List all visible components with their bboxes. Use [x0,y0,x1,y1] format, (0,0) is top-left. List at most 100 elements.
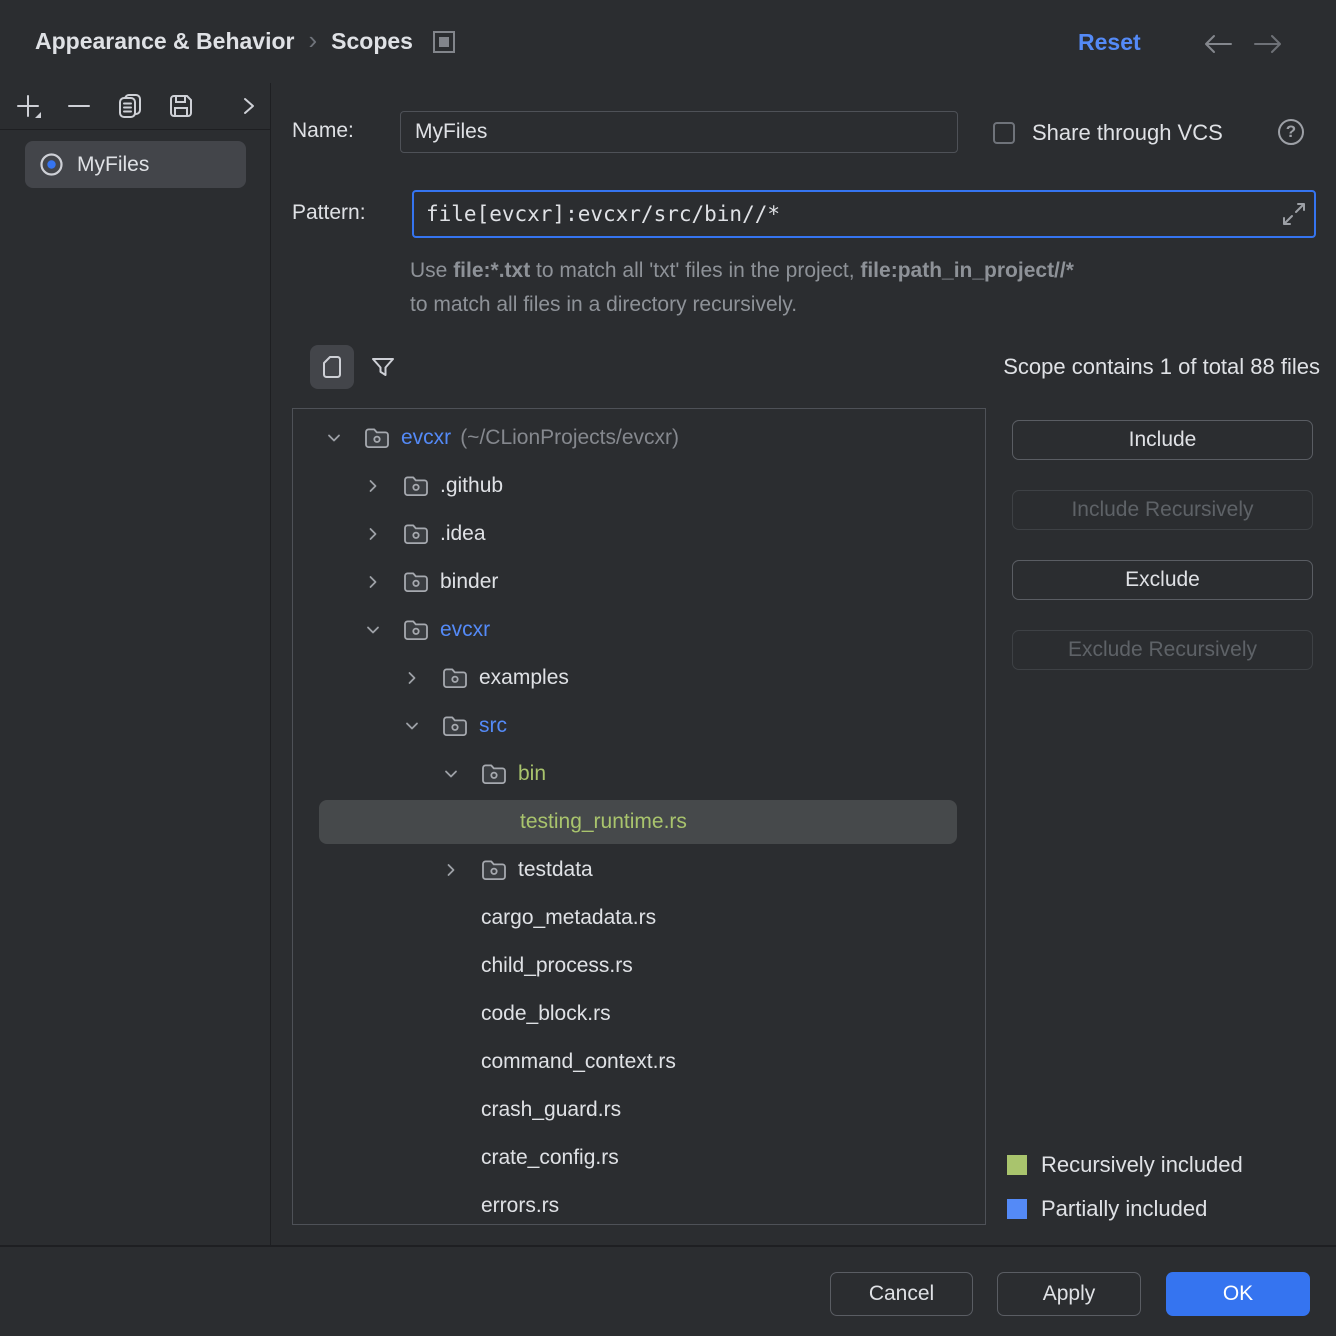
tree-item-label: binder [440,570,498,594]
tree-row-src[interactable]: src [293,702,985,750]
tree-item-label: cargo_metadata.rs [481,906,656,930]
exclude-button[interactable]: Exclude [1012,560,1313,600]
copy-scope-button[interactable] [116,91,144,121]
tree-item-label: crash_guard.rs [481,1098,621,1122]
scope-icon [38,151,65,178]
tree-item-label: testdata [518,858,593,882]
tree-item-label: bin [518,762,546,786]
chevron-right-icon[interactable] [365,478,403,494]
tree-row-bin[interactable]: bin [293,750,985,798]
tree-item-path: (~/CLionProjects/evcxr) [460,426,679,450]
share-vcs-label: Share through VCS [1032,120,1223,146]
folder-icon [403,619,429,642]
breadcrumb: Appearance & Behavior › Scopes [35,27,455,57]
tree-row-evcxr[interactable]: evcxr [293,606,985,654]
tree-row-errors.rs[interactable]: errors.rs [293,1182,985,1225]
chevron-right-icon[interactable] [365,574,403,590]
folder-icon [481,859,507,882]
tree-row-crash_guard.rs[interactable]: crash_guard.rs [293,1086,985,1134]
dialog-indicator-icon [433,31,455,53]
back-arrow-icon[interactable] [1202,33,1234,60]
pattern-input[interactable] [414,192,1274,236]
sidebar-item-label: MyFiles [77,153,149,177]
include-recursively-button[interactable]: Include Recursively [1012,490,1313,530]
tree-item-label: testing_runtime.rs [520,810,687,834]
legend-label: Recursively included [1041,1152,1243,1178]
tree-row-.github[interactable]: .github [293,462,985,510]
save-scope-button[interactable] [167,91,195,121]
chevron-right-icon[interactable] [443,862,481,878]
tree-item-label: errors.rs [481,1194,559,1218]
folder-icon [403,571,429,594]
help-segment: file:path_in_project//* [860,259,1074,282]
chevron-right-icon[interactable] [241,91,257,121]
breadcrumb-appearance-behavior[interactable]: Appearance & Behavior [35,28,294,55]
tree-row-testing_runtime.rs[interactable]: testing_runtime.rs [293,798,985,846]
tree-row-examples[interactable]: examples [293,654,985,702]
tree-item-label: crate_config.rs [481,1146,619,1170]
apply-button[interactable]: Apply [997,1272,1141,1316]
pattern-label: Pattern: [292,201,366,225]
tree-row-crate_config.rs[interactable]: crate_config.rs [293,1134,985,1182]
folder-icon [442,667,468,690]
tree-row-child_process.rs[interactable]: child_process.rs [293,942,985,990]
exclude-recursively-button[interactable]: Exclude Recursively [1012,630,1313,670]
reset-button[interactable]: Reset [1078,29,1141,56]
partially-included-swatch [1007,1199,1027,1219]
help-segment: to match all 'txt' files in the project, [530,259,860,282]
tree-item-label: child_process.rs [481,954,633,978]
show-files-toggle[interactable] [310,345,354,389]
add-scope-button[interactable] [14,91,42,121]
folder-icon [403,523,429,546]
filter-icon [369,354,397,382]
breadcrumb-scopes: Scopes [331,28,413,55]
filter-button[interactable] [366,351,400,385]
chevron-right-icon[interactable] [365,526,403,542]
sidebar-divider [270,83,271,1245]
tree-row-evcxr[interactable]: evcxr (~/CLionProjects/evcxr) [293,414,985,462]
scopes-toolbar [0,83,270,130]
help-segment: Use [410,259,453,282]
chevron-down-icon[interactable] [326,430,364,446]
share-vcs-checkbox[interactable] [993,122,1015,144]
ok-button[interactable]: OK [1166,1272,1310,1316]
tree-row-command_context.rs[interactable]: command_context.rs [293,1038,985,1086]
legend-label: Partially included [1041,1196,1207,1222]
tree-item-label: .github [440,474,503,498]
cancel-button[interactable]: Cancel [830,1272,973,1316]
help-icon[interactable]: ? [1278,119,1304,145]
folder-icon [364,427,390,450]
chevron-down-icon[interactable] [365,622,403,638]
pattern-help-line2: to match all files in a directory recurs… [410,288,1320,322]
name-input[interactable] [400,111,958,153]
folder-icon [442,715,468,738]
tree-row-binder[interactable]: binder [293,558,985,606]
folder-icon [403,475,429,498]
tree-row-cargo_metadata.rs[interactable]: cargo_metadata.rs [293,894,985,942]
folder-icon [481,763,507,786]
pattern-help-text: Use file:*.txt to match all 'txt' files … [410,254,1320,322]
chevron-down-icon[interactable] [443,766,481,782]
name-label: Name: [292,119,354,143]
breadcrumb-separator-icon: › [308,27,317,57]
legend-partially-included: Partially included [1007,1196,1207,1222]
tree-row-testdata[interactable]: testdata [293,846,985,894]
tree-row-code_block.rs[interactable]: code_block.rs [293,990,985,1038]
file-icon [319,353,345,381]
sidebar-item-myfiles[interactable]: MyFiles [25,141,246,188]
tree-item-label: command_context.rs [481,1050,676,1074]
tree-item-label: src [479,714,507,738]
legend-recursively-included: Recursively included [1007,1152,1243,1178]
pattern-help-line1: Use file:*.txt to match all 'txt' files … [410,254,1320,288]
chevron-right-icon[interactable] [404,670,442,686]
forward-arrow-icon[interactable] [1252,33,1284,60]
help-segment: file:*.txt [453,259,530,282]
remove-scope-button[interactable] [65,91,93,121]
tree-row-.idea[interactable]: .idea [293,510,985,558]
expand-icon[interactable] [1274,192,1314,236]
include-button[interactable]: Include [1012,420,1313,460]
pattern-field [412,190,1316,238]
tree-item-label: evcxr [401,426,451,450]
file-tree: evcxr (~/CLionProjects/evcxr) .github .idea… [292,408,986,1225]
chevron-down-icon[interactable] [404,718,442,734]
